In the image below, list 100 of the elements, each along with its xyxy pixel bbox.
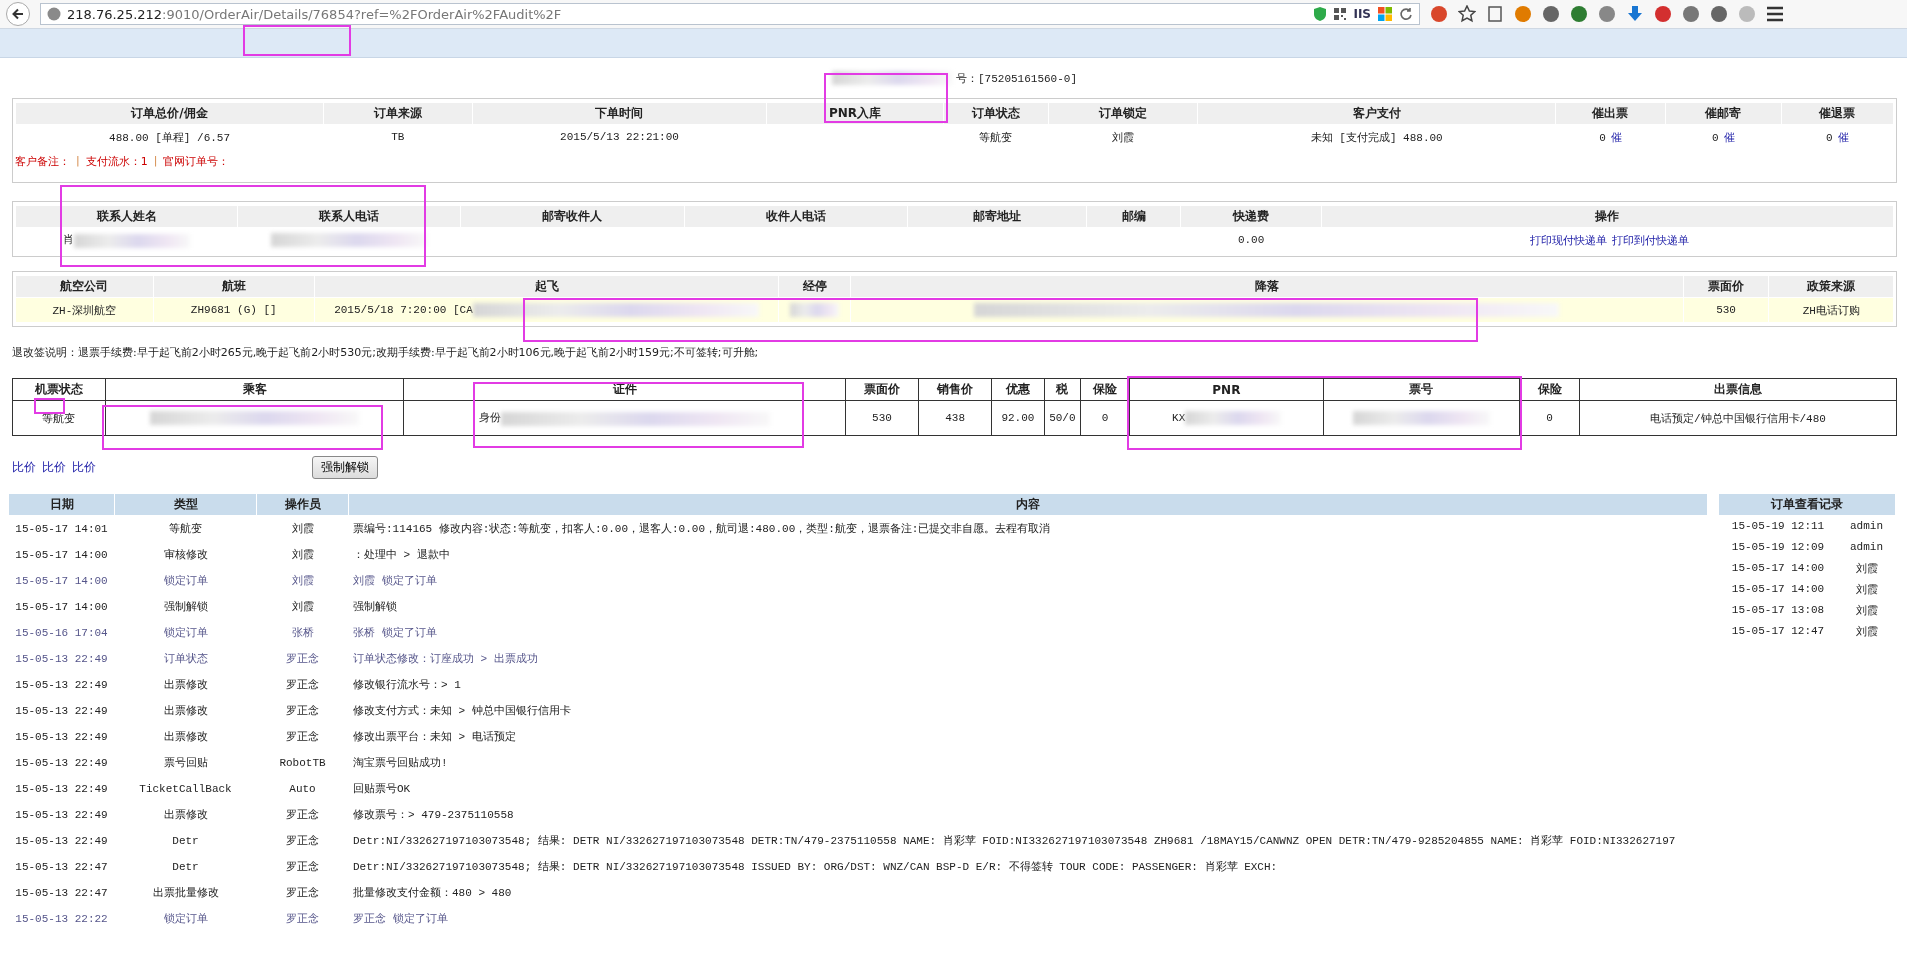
cell-text: 0 — [1712, 131, 1719, 144]
table-link[interactable]: 催 — [1723, 130, 1735, 144]
log-content: Detr:NI/332627197103073548; 结果: DETR NI/332627197103073548 DETR:TN/479-2375110558 NAME: 肖彩苹 FOID:NI332627197103073548 ZH9681 /18MAY15/CANWNZ OPEN DETR:TN/479-9285204855 NAME: 肖彩苹 FOID:NI332627197 — [352, 834, 1677, 849]
column-header: 证件 — [403, 378, 846, 401]
table-link[interactable]: 打印到付快递单 — [1612, 233, 1690, 247]
log-date: 15-05-13 22:49 — [14, 677, 109, 693]
shield-icon[interactable] — [1313, 6, 1328, 22]
log-date: 15-05-17 14:00 — [14, 573, 109, 589]
column-header: 航空公司 — [16, 276, 153, 297]
table-link[interactable]: 催 — [1837, 130, 1849, 144]
column-header: 快递费 — [1181, 206, 1321, 227]
view-user: admin — [1849, 519, 1884, 534]
log-operator: Auto — [288, 781, 317, 797]
windows-logo-icon[interactable] — [1377, 6, 1393, 22]
reload-icon[interactable] — [1399, 7, 1413, 21]
qr-code-icon[interactable] — [1333, 7, 1348, 21]
column-header: 经停 — [779, 276, 850, 297]
back-arrow-icon — [12, 8, 24, 20]
column-header: 订单查看记录 — [1719, 494, 1895, 515]
log-operator: 刘霞 — [290, 522, 315, 537]
log-type: 票号回贴 — [162, 756, 209, 771]
log-operator: 张桥 — [290, 626, 315, 641]
table-cell: 50/0 — [1044, 400, 1081, 436]
compare-link[interactable]: 比价 — [12, 459, 36, 476]
log-type: 锁定订单 — [162, 626, 209, 641]
table-cell-text: 0.00 — [1236, 233, 1266, 248]
compare-link[interactable]: 比价 — [72, 459, 96, 476]
order-note: 官网订单号： — [163, 154, 230, 169]
view-user: 刘霞 — [1854, 603, 1879, 619]
column-header: 邮编 — [1087, 206, 1181, 227]
log-content: 刘霞 锁定了订单 — [352, 574, 438, 589]
table-link[interactable]: 打印现付快递单 — [1530, 233, 1608, 247]
cell-text: KX — [1172, 411, 1186, 424]
log-type: 锁定订单 — [162, 574, 209, 589]
log-content: 票编号:114165 修改内容:状态:等航变，扣客人:0.00，退客人:0.00，航司退:480.00，类型:航变，退票备注:已提交非自愿。去程有取消 — [352, 522, 1052, 537]
highlight-frame — [34, 398, 65, 414]
column-header: PNR入库 — [767, 103, 943, 124]
column-header: 日期 — [9, 494, 114, 515]
log-date: 15-05-13 22:49 — [14, 755, 109, 771]
column-header: 降落 — [850, 276, 1683, 297]
force-unlock-button[interactable]: 强制解锁 — [312, 456, 378, 479]
log-content: 修改出票平台：未知 > 电话预定 — [352, 730, 517, 745]
cell-text: 0 — [1599, 131, 1606, 144]
view-user: 刘霞 — [1854, 582, 1879, 598]
log-type: 锁定订单 — [162, 912, 209, 927]
address-bar[interactable]: 218.76.25.212:9010/OrderAir/Details/76854?ref=%2FOrderAir%2FAudit%2F IIS — [40, 3, 1420, 25]
view-user: 刘霞 — [1854, 624, 1879, 640]
view-time: 15-05-17 13:08 — [1730, 603, 1826, 618]
table-cell: 电话预定/钟总中国银行信用卡/480 — [1579, 400, 1897, 436]
log-operator: 罗正念 — [285, 886, 320, 901]
column-header: 操作 — [1321, 206, 1893, 227]
log-type: Detr — [171, 859, 200, 875]
log-content: 淘宝票号回贴成功! — [352, 756, 449, 771]
column-header: 政策来源 — [1769, 276, 1893, 297]
log-date: 15-05-13 22:47 — [14, 885, 109, 901]
table-cell-text: 等航变 — [978, 130, 1014, 146]
column-header: 保险 — [1519, 378, 1580, 401]
log-date: 15-05-17 14:00 — [14, 547, 109, 563]
table-cell-text: 未知 [支付完成] 488.00 — [1309, 130, 1444, 146]
log-type: 出票修改 — [162, 704, 209, 719]
log-type: 订单状态 — [162, 652, 209, 667]
table-cell: ZH电话订购 — [1769, 298, 1893, 322]
log-operator: 刘霞 — [290, 574, 315, 589]
log-content: 修改支付方式：未知 > 钟总中国银行信用卡 — [352, 704, 572, 719]
log-type: Detr — [171, 833, 200, 849]
log-type: 出票修改 — [162, 678, 209, 693]
column-header: 销售价 — [918, 378, 992, 401]
log-content: 强制解锁 — [352, 600, 398, 615]
column-header: 内容 — [349, 494, 1707, 515]
column-header: 下单时间 — [472, 103, 767, 124]
column-header: 客户支付 — [1198, 103, 1556, 124]
table-cell: 530 — [845, 400, 919, 436]
log-date: 15-05-13 22:49 — [14, 703, 109, 719]
log-content: 回贴票号OK — [352, 782, 412, 797]
column-header: 订单来源 — [324, 103, 472, 124]
view-time: 15-05-17 14:00 — [1730, 561, 1826, 576]
order-number: 号：[75205161560-0] — [956, 71, 1077, 86]
view-time: 15-05-17 12:47 — [1730, 624, 1826, 639]
cell-text: 2015/5/18 7:20:00 [CA — [334, 303, 473, 316]
download-icon[interactable] — [1626, 5, 1644, 23]
log-type: TicketCallBack — [138, 781, 233, 797]
log-operator: 罗正念 — [285, 678, 320, 693]
menu-icon[interactable] — [1766, 6, 1784, 22]
log-operator: 罗正念 — [285, 652, 320, 667]
log-type: 出票修改 — [162, 808, 209, 823]
star-icon[interactable] — [1458, 5, 1476, 23]
column-header: 优惠 — [991, 378, 1045, 401]
log-content: 修改票号：> 479-2375110558 — [352, 808, 515, 823]
back-button[interactable] — [6, 2, 30, 26]
table-cell: 92.00 — [991, 400, 1045, 436]
column-header: 航班 — [153, 276, 314, 297]
table-link[interactable]: 催 — [1610, 130, 1622, 144]
compare-link[interactable]: 比价 — [42, 459, 66, 476]
column-header: 类型 — [115, 494, 256, 515]
log-type: 等航变 — [168, 522, 203, 537]
table-cell: 0 — [1519, 400, 1580, 436]
log-date: 15-05-17 14:01 — [14, 521, 109, 537]
log-date: 15-05-13 22:47 — [14, 859, 109, 875]
column-header: 订单总价/佣金 — [16, 103, 324, 124]
column-header: 保险 — [1080, 378, 1130, 401]
